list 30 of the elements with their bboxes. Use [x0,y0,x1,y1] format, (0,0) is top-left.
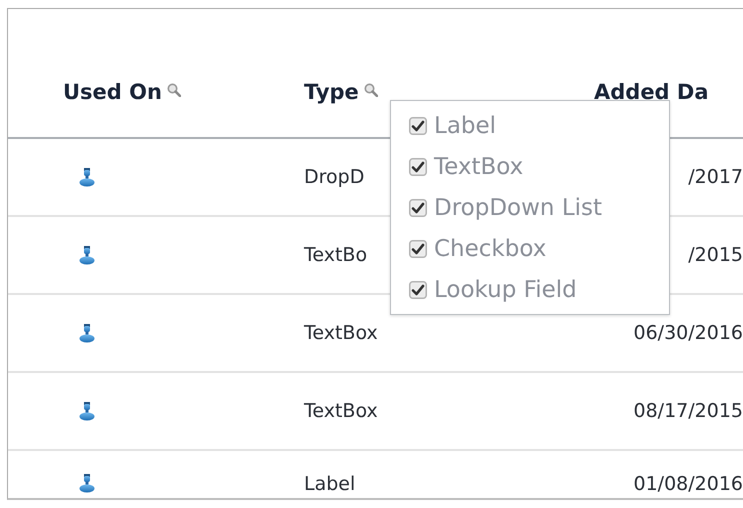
column-header[interactable]: Type [304,80,359,104]
checkbox-label[interactable]: Lookup Field [434,276,577,302]
user-icon [79,167,95,187]
search-icon[interactable] [166,83,181,97]
table-cell: 06/30/2016 [633,322,743,344]
table-cell: DropD [304,166,364,188]
checkbox-label[interactable]: Checkbox [434,236,546,262]
checkbox[interactable] [409,116,427,134]
table-cell: TextBox [304,400,378,422]
table-cell: /2017 [688,166,743,188]
table-cell: 08/17/2015 [633,400,743,422]
user-icon [79,473,95,493]
user-icon [79,401,95,421]
checkbox-label[interactable]: DropDown List [434,194,602,220]
user-icon [79,245,95,265]
checkbox-label[interactable]: Label [434,112,496,138]
column-header[interactable]: Added Da [594,80,709,104]
checkbox[interactable] [409,240,427,258]
checkbox[interactable] [409,280,427,298]
table-cell: /2015 [688,244,743,266]
checkbox[interactable] [409,158,427,176]
column-header[interactable]: Used On [63,80,162,104]
user-icon [79,323,95,343]
checkbox-label[interactable]: TextBox [434,154,524,180]
table-cell: Label [304,473,356,495]
table-cell: 01/08/2016 [633,473,743,495]
table-cell: TextBo [304,244,368,266]
table-cell: TextBox [304,322,378,344]
search-icon[interactable] [364,83,378,97]
checkbox[interactable] [409,198,427,216]
